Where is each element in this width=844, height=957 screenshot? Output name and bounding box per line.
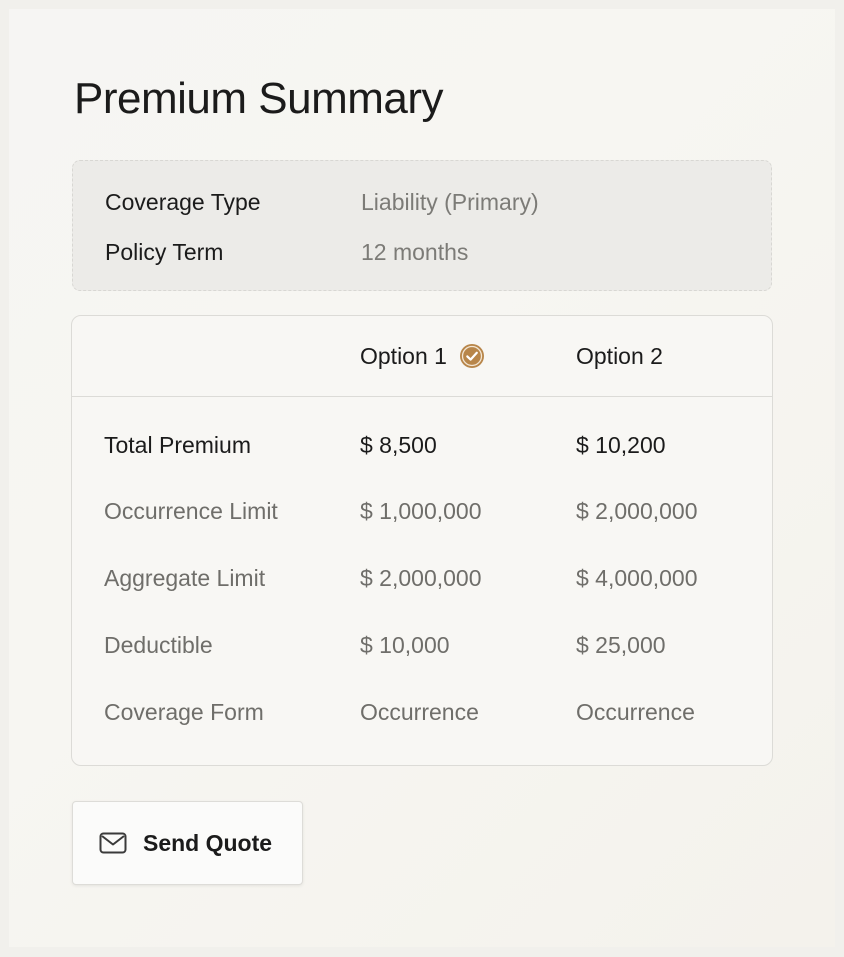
option-1-header[interactable]: Option 1	[360, 340, 485, 372]
option-1-value: $ 8,500	[360, 432, 437, 458]
mail-icon	[99, 832, 127, 854]
policy-term-value: 12 months	[361, 238, 469, 265]
option-1-value: $ 2,000,000	[360, 565, 482, 591]
row-label: Deductible	[104, 632, 213, 658]
option-2-header[interactable]: Option 2	[576, 340, 663, 372]
option-2-label: Option 2	[576, 342, 663, 369]
table-row: Occurrence Limit $ 1,000,000 $ 2,000,000	[72, 494, 772, 528]
page-title: Premium Summary	[74, 74, 444, 123]
coverage-type-label: Coverage Type	[105, 188, 261, 215]
table-row: Aggregate Limit $ 2,000,000 $ 4,000,000	[72, 561, 772, 595]
coverage-type-row: Coverage Type Liability (Primary)	[105, 187, 539, 217]
table-row: Coverage Form Occurrence Occurrence	[72, 695, 772, 729]
option-1-value: $ 10,000	[360, 632, 450, 658]
option-1-value: $ 1,000,000	[360, 498, 482, 524]
options-comparison-table: Option 1 Option 2 Total Premium $ 8,500 …	[71, 315, 773, 766]
option-2-value: $ 25,000	[576, 632, 666, 658]
row-label: Total Premium	[104, 432, 251, 458]
policy-info-panel: Coverage Type Liability (Primary) Policy…	[72, 160, 772, 291]
option-2-value: $ 4,000,000	[576, 565, 698, 591]
row-label: Occurrence Limit	[104, 498, 278, 524]
policy-term-row: Policy Term 12 months	[105, 237, 468, 267]
table-row: Total Premium $ 8,500 $ 10,200	[72, 428, 772, 462]
table-row: Deductible $ 10,000 $ 25,000	[72, 628, 772, 662]
send-quote-label: Send Quote	[143, 829, 273, 856]
option-2-value: $ 2,000,000	[576, 498, 698, 524]
option-2-value: $ 10,200	[576, 432, 666, 458]
premium-summary-page: Premium Summary Coverage Type Liability …	[9, 9, 835, 947]
send-quote-button[interactable]: Send Quote	[72, 801, 303, 885]
policy-term-label: Policy Term	[105, 238, 224, 265]
row-label: Coverage Form	[104, 699, 264, 725]
coverage-type-value: Liability (Primary)	[361, 188, 539, 215]
option-2-value: Occurrence	[576, 699, 695, 725]
options-header: Option 1 Option 2	[72, 316, 772, 397]
option-1-label: Option 1	[360, 342, 447, 369]
option-1-value: Occurrence	[360, 699, 479, 725]
check-circle-icon	[459, 344, 484, 368]
row-label: Aggregate Limit	[104, 565, 266, 591]
